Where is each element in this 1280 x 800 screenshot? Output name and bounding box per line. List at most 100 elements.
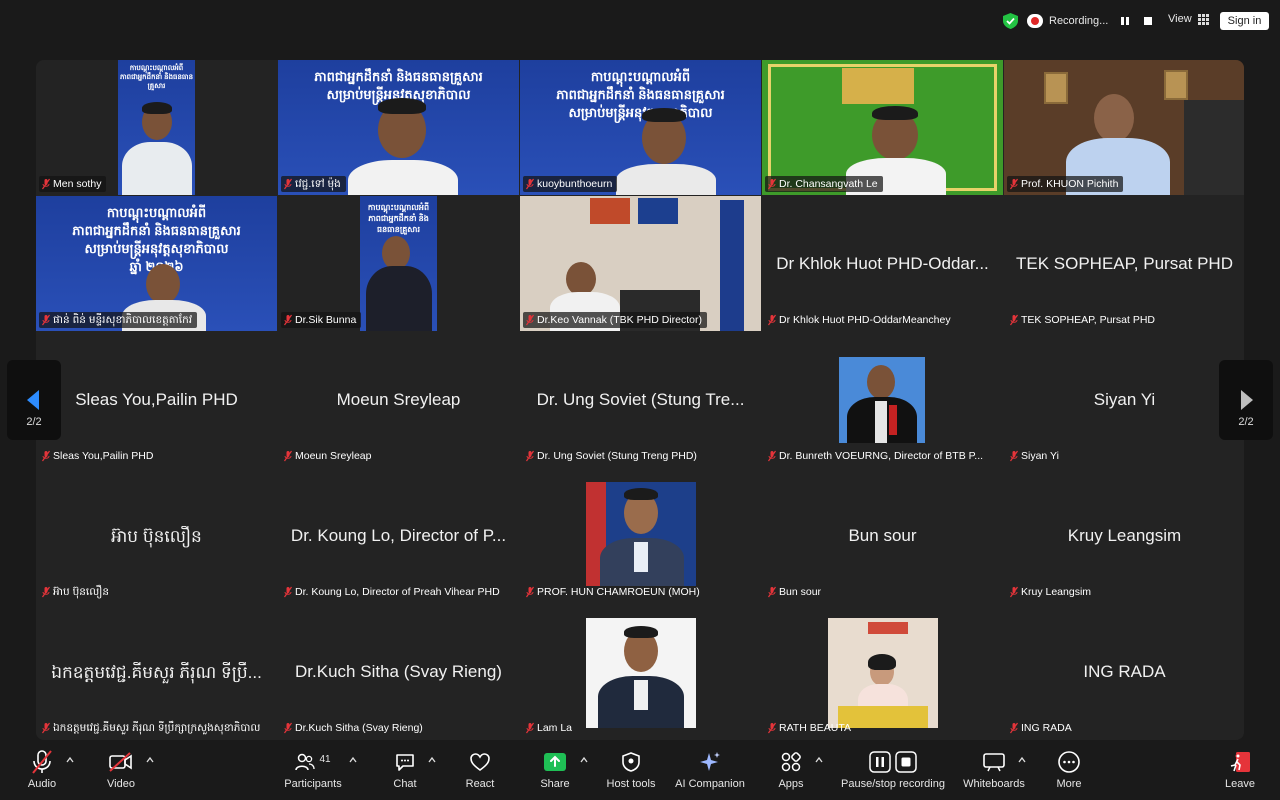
participant-name: Bun sour: [765, 584, 826, 600]
participant-display-name: Kruy Leangsim: [1067, 526, 1182, 545]
participant-video: [1004, 60, 1244, 195]
participant-tile[interactable]: Moeun Sreyleap Moeun Sreyleap: [278, 332, 519, 467]
participant-display-name: ING RADA: [1083, 662, 1166, 681]
meeting-toolbar: Audio Video 41 Participants Chat React S…: [0, 742, 1280, 800]
participant-tile[interactable]: Dr. Chansangvath Le: [762, 60, 1003, 195]
video-options-caret-icon[interactable]: [146, 756, 154, 764]
participant-video: ភាពជាអ្នកដឹកនាំ និងធនធានគ្រួសារ សម្រាប់មន…: [278, 60, 519, 195]
more-button[interactable]: More: [1052, 748, 1086, 790]
apps-button[interactable]: Apps: [775, 748, 807, 790]
heart-icon: [470, 753, 490, 771]
participant-tile[interactable]: ឯកឧត្តមវេជ្ជ.គីមសួរ ភីរុណ ទីប្រឹ... ឯកឧត…: [36, 604, 277, 739]
participant-display-name: អ៊ាប ប៊ុនលឿន: [111, 527, 202, 546]
host-tools-button[interactable]: Host tools: [603, 748, 659, 790]
whiteboards-options-caret-icon[interactable]: [1018, 756, 1026, 764]
participant-tile[interactable]: Dr Khlok Huot PHD-Oddar... Dr Khlok Huot…: [762, 196, 1003, 331]
participant-tile[interactable]: Bun sour Bun sour: [762, 468, 1003, 603]
whiteboards-button[interactable]: Whiteboards: [961, 748, 1027, 790]
participant-tile[interactable]: Lam La: [520, 604, 761, 739]
audio-options-caret-icon[interactable]: [66, 756, 74, 764]
chat-button[interactable]: Chat: [388, 748, 422, 790]
participant-tile[interactable]: Kruy Leangsim Kruy Leangsim: [1004, 468, 1244, 603]
participant-video: កាបណ្តុះបណ្តាលអំពី ភាពជាអ្នកដឹកនាំ និងធនធ…: [36, 196, 277, 331]
participant-name: វេជ្ជ.ទៅ ម៉ុង: [281, 176, 346, 192]
recording-cloud-icon: [1027, 14, 1043, 28]
participant-name: ផាន់ ពិន់ មន្ទីរសុខាភិបាលខេត្តតាកែវ: [39, 312, 198, 328]
participant-tile[interactable]: កាបណ្តុះបណ្តាលអំពី ភាពជាអ្នកដឹកនាំ និងធនធ…: [520, 60, 761, 195]
share-options-caret-icon[interactable]: [580, 756, 588, 764]
participant-video: កាបណ្តុះបណ្តាលអំពី ភាពជាអ្នកដឹកនាំ និងធនធ…: [520, 60, 761, 195]
previous-page-button[interactable]: 2/2: [7, 360, 61, 440]
participant-tile[interactable]: Prof. KHUON Pichith: [1004, 60, 1244, 195]
participant-tile[interactable]: Dr.Keo Vannak (TBK PHD Director): [520, 196, 761, 331]
recording-indicator[interactable]: Recording...: [1027, 11, 1153, 31]
participant-tile[interactable]: Sleas You,Pailin PHD Sleas You,Pailin PH…: [36, 332, 277, 467]
participant-tile[interactable]: RATH BEAUTA: [762, 604, 1003, 739]
pause-stop-recording-button[interactable]: Pause/stop recording: [838, 748, 948, 790]
participant-tile[interactable]: អ៊ាប ប៊ុនលឿន អ៊ាប ប៊ុនលឿន: [36, 468, 277, 603]
sign-in-button[interactable]: Sign in: [1220, 12, 1269, 30]
participants-options-caret-icon[interactable]: [349, 756, 357, 764]
muted-microphone-icon: [768, 314, 776, 326]
participant-name: Dr. Ung Soviet (Stung Treng PHD): [523, 448, 702, 464]
chat-options-caret-icon[interactable]: [428, 756, 436, 764]
participant-name: Dr Khlok Huot PHD-OddarMeanchey: [765, 312, 956, 328]
pause-recording-icon[interactable]: [1120, 16, 1130, 26]
apps-options-caret-icon[interactable]: [815, 756, 823, 764]
more-icon: [1058, 751, 1080, 773]
share-button[interactable]: Share: [538, 748, 572, 790]
muted-microphone-icon: [284, 722, 292, 734]
view-menu[interactable]: View: [1168, 13, 1209, 25]
muted-microphone-icon: [526, 586, 534, 598]
muted-microphone-icon: [42, 314, 50, 326]
participant-name: ING RADA: [1007, 720, 1077, 736]
video-button[interactable]: Video: [101, 748, 141, 790]
share-screen-icon: [544, 753, 566, 771]
muted-microphone-icon: [768, 586, 776, 598]
participant-avatar-photo: [586, 482, 696, 586]
stop-recording-icon[interactable]: [1144, 17, 1153, 25]
react-button[interactable]: React: [462, 748, 498, 790]
participant-name: Dr. Koung Lo, Director of Preah Vihear P…: [281, 584, 505, 600]
participant-tile[interactable]: កាបណ្តុះបណ្តាលអំពី ភាពជាអ្នកដឹកនាំ និងធនធ…: [36, 60, 277, 195]
participant-display-name: TEK SOPHEAP, Pursat PHD: [1016, 254, 1233, 273]
participant-tile[interactable]: Dr. Bunreth VOEURNG, Director of BTB P..…: [762, 332, 1003, 467]
participants-button[interactable]: 41 Participants: [280, 748, 346, 791]
muted-microphone-icon: [526, 450, 534, 462]
participant-tile[interactable]: Siyan Yi Siyan Yi: [1004, 332, 1244, 467]
participant-avatar-photo: [839, 357, 925, 443]
participant-name: Men sothy: [39, 176, 107, 192]
next-page-button[interactable]: 2/2: [1219, 360, 1273, 440]
participant-tile[interactable]: PROF. HUN CHAMROEUN (MOH): [520, 468, 761, 603]
participant-tile[interactable]: Dr.Kuch Sitha (Svay Rieng) Dr.Kuch Sitha…: [278, 604, 519, 739]
ai-companion-button[interactable]: AI Companion: [672, 748, 748, 790]
security-shield-icon[interactable]: [1003, 13, 1018, 29]
participant-tile[interactable]: កាបណ្តុះបណ្តាលអំពី ភាពជាអ្នកដឹកនាំ និងធនធ…: [36, 196, 277, 331]
leave-button[interactable]: Leave: [1222, 748, 1258, 790]
participant-tile[interactable]: Dr. Koung Lo, Director of P... Dr. Koung…: [278, 468, 519, 603]
participant-name: Dr.Kuch Sitha (Svay Rieng): [281, 720, 428, 736]
muted-microphone-icon: [768, 450, 776, 462]
chevron-left-icon: [27, 390, 39, 410]
stop-icon: [895, 751, 917, 773]
view-label: View: [1168, 13, 1192, 25]
participant-name: kuoybunthoeurn: [523, 176, 618, 192]
ai-sparkle-icon: [700, 752, 720, 771]
leave-door-icon: [1230, 752, 1250, 772]
participant-tile[interactable]: កាបណ្តុះបណ្តាលអំពី ភាពជាអ្នកដឹកនាំ និងធនធ…: [278, 196, 519, 331]
participant-name: TEK SOPHEAP, Pursat PHD: [1007, 312, 1160, 328]
participant-tile[interactable]: ING RADA ING RADA: [1004, 604, 1244, 739]
participant-name: Kruy Leangsim: [1007, 584, 1096, 600]
audio-button[interactable]: Audio: [22, 748, 62, 790]
participant-tile[interactable]: TEK SOPHEAP, Pursat PHD TEK SOPHEAP, Pur…: [1004, 196, 1244, 331]
page-indicator: 2/2: [26, 416, 42, 428]
pause-icon: [869, 751, 891, 773]
participant-name: Lam La: [523, 720, 577, 736]
muted-microphone-icon: [42, 586, 50, 598]
participant-tile[interactable]: ភាពជាអ្នកដឹកនាំ និងធនធានគ្រួសារ សម្រាប់មន…: [278, 60, 519, 195]
participant-name: Sleas You,Pailin PHD: [39, 448, 158, 464]
muted-microphone-icon: [526, 314, 534, 326]
participant-name: RATH BEAUTA: [765, 720, 856, 736]
banner-text: កាបណ្តុះបណ្តាលអំពី ភាពជាអ្នកដឹកនាំ និងធនធ…: [556, 69, 725, 120]
participant-tile[interactable]: Dr. Ung Soviet (Stung Tre... Dr. Ung Sov…: [520, 332, 761, 467]
